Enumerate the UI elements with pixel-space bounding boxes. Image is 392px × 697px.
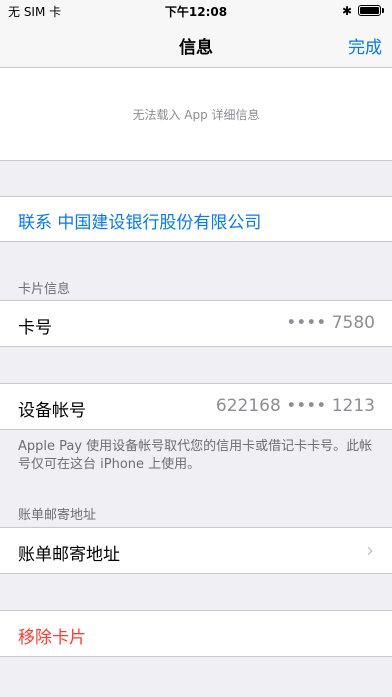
contact-bank-link[interactable]: 联系 中国建设银行股份有限公司 <box>18 208 261 233</box>
card-number-label: 卡号 <box>18 318 52 338</box>
done-button[interactable]: 完成 <box>348 33 382 58</box>
bluetooth-icon: ✱ <box>342 4 353 18</box>
battery-nub <box>382 8 384 13</box>
card-number-value: •••• 7580 <box>286 313 375 333</box>
chevron-right-icon: › <box>366 538 374 562</box>
remove-card-button[interactable]: 移除卡片 <box>18 623 86 648</box>
status-time: 下午12:08 <box>164 5 228 19</box>
app-info-message: 无法载入 App 详细信息 <box>132 108 260 122</box>
battery-icon <box>358 5 381 16</box>
device-account-value: 622168 •••• 1213 <box>215 396 375 416</box>
page-title: 信息 <box>179 38 213 58</box>
device-account-footer: Apple Pay 使用设备帐号取代您的信用卡或借记卡卡号。此帐号仅可在这台 i… <box>18 439 373 472</box>
billing-address-label: 账单邮寄地址 <box>18 545 120 565</box>
billing-header: 账单邮寄地址 <box>18 508 97 523</box>
device-account-label: 设备帐号 <box>18 401 86 421</box>
card-info-header: 卡片信息 <box>18 282 71 297</box>
